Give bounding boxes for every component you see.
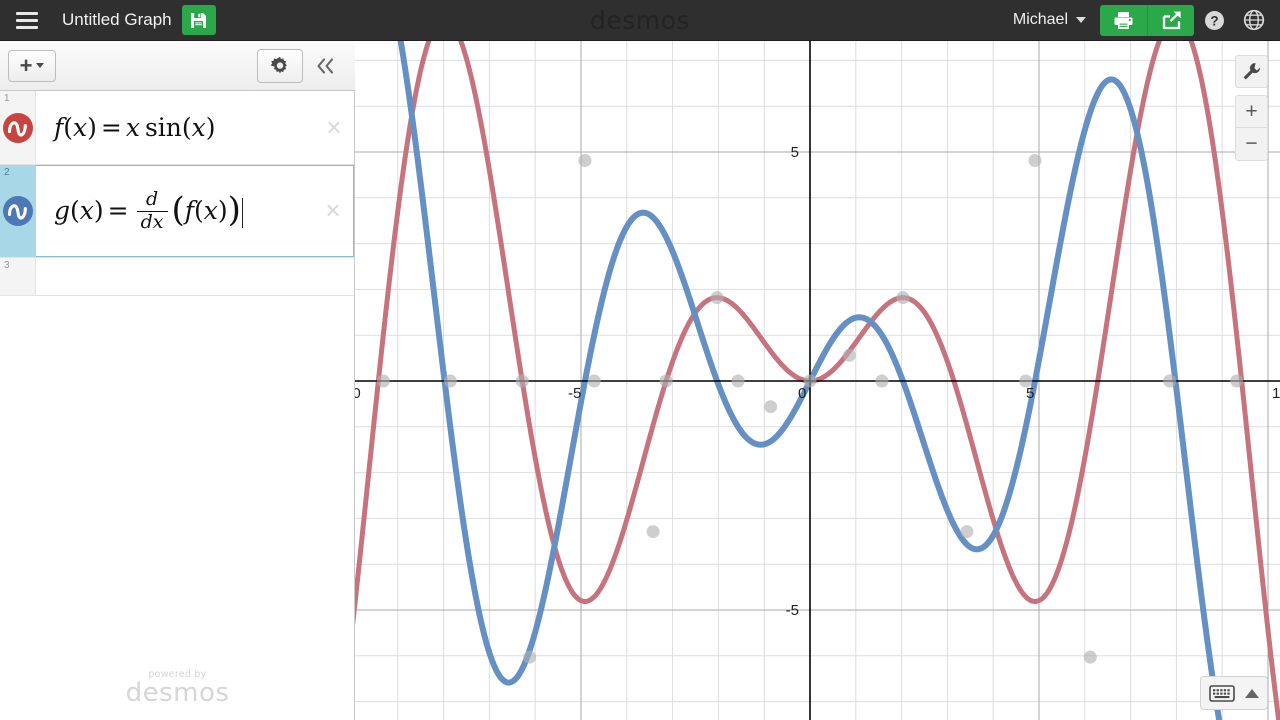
x-tick-label: 0 (798, 385, 806, 402)
expression-color-dot-1[interactable] (2, 112, 33, 143)
graph-point[interactable] (710, 291, 724, 305)
chevron-down-icon (36, 63, 45, 68)
graph-point[interactable] (842, 348, 856, 362)
expression-latex-1: f(x) = x sin(x) (54, 113, 216, 142)
graph-point[interactable] (515, 374, 529, 388)
x-tick-label: 10 (1272, 385, 1280, 402)
double-chevron-left-icon (317, 57, 334, 74)
gear-icon (270, 56, 287, 74)
chevron-down-icon (1076, 17, 1086, 23)
delete-expression-2[interactable]: × (322, 197, 344, 223)
graph-point[interactable] (1028, 154, 1042, 168)
graph-settings-button[interactable] (257, 48, 303, 83)
graph-point[interactable] (587, 374, 601, 388)
graph-point[interactable] (960, 525, 974, 539)
add-expression-button[interactable]: + (8, 49, 56, 82)
globe-icon (1243, 9, 1265, 31)
user-menu[interactable]: Michael (999, 11, 1100, 29)
text-cursor (241, 197, 244, 228)
help-button[interactable]: ? (1194, 10, 1234, 31)
graph-point[interactable] (659, 374, 673, 388)
graph-settings-wrench-button[interactable] (1235, 55, 1268, 88)
zoom-button-stack: + − (1235, 95, 1268, 161)
graph-point[interactable] (646, 525, 660, 539)
sine-wave-icon (7, 204, 27, 220)
graph-point[interactable] (875, 374, 889, 388)
zoom-out-button[interactable]: − (1235, 128, 1268, 161)
graph-point[interactable] (731, 374, 745, 388)
share-button[interactable] (1147, 4, 1194, 36)
derivative-fraction: d dx (136, 189, 168, 233)
y-tick-label: -5 (786, 602, 799, 619)
expression-toolbar: + (0, 41, 355, 91)
question-mark-icon: ? (1204, 10, 1224, 30)
graph-point[interactable] (1230, 374, 1244, 388)
graph-point[interactable] (376, 374, 390, 388)
hamburger-bar (16, 11, 38, 15)
add-expression-label: + (19, 52, 33, 78)
keyboard-icon (1209, 684, 1235, 702)
graph-point[interactable] (896, 291, 910, 305)
expression-index-cell: 3 (0, 258, 36, 295)
desmos-watermark-label: desmos (125, 678, 230, 708)
expression-math-1[interactable]: f(x) = x sin(x) × (36, 91, 354, 164)
user-name-label: Michael (1012, 11, 1068, 28)
graph-point[interactable] (764, 400, 778, 414)
graph-point[interactable] (1163, 374, 1177, 388)
expression-list: 1 f(x) = x sin(x) × 2 g(x) = d dx (f(x))… (0, 91, 354, 296)
green-button-group (1100, 4, 1194, 36)
graph-point[interactable] (443, 374, 457, 388)
app-header: Untitled Graph desmos Michael ? (0, 0, 1280, 41)
collapse-sidebar-button[interactable] (303, 49, 347, 83)
svg-text:?: ? (1210, 13, 1218, 28)
language-button[interactable] (1234, 9, 1274, 31)
graph-title[interactable]: Untitled Graph (54, 10, 182, 30)
sine-wave-icon (7, 120, 27, 137)
expression-number: 1 (4, 93, 10, 104)
graph-point[interactable] (1083, 650, 1097, 664)
x-tick-label: -5 (568, 385, 581, 402)
powered-by-label: powered by (148, 669, 207, 680)
expression-number: 3 (4, 260, 10, 271)
triangle-up-icon (1245, 688, 1259, 698)
expression-index-cell: 1 (0, 91, 36, 164)
expression-math-3[interactable] (36, 258, 354, 295)
expression-sidebar: + 1 f(x) = x sin(x) × 2 g(x) = d dx (f(x… (0, 41, 355, 720)
expression-latex-2: g(x) = d dx (f(x)) (54, 188, 244, 234)
x-tick-label: 5 (1026, 385, 1034, 402)
hamburger-icon[interactable] (0, 0, 54, 41)
graph-point[interactable] (578, 154, 592, 168)
share-icon (1162, 10, 1181, 30)
powered-by-watermark: powered by desmos (0, 669, 355, 706)
graph-point[interactable] (523, 650, 537, 664)
header-right-cluster: Michael ? (999, 0, 1280, 41)
expression-row-2[interactable]: 2 g(x) = d dx (f(x)) × (0, 165, 354, 258)
floppy-disk-icon (191, 12, 207, 28)
delete-expression-1[interactable]: × (323, 114, 345, 140)
zoom-in-button[interactable]: + (1235, 95, 1268, 128)
save-button[interactable] (181, 5, 216, 35)
graph-controls: + − (1235, 55, 1268, 161)
expression-row-1[interactable]: 1 f(x) = x sin(x) × (0, 91, 354, 165)
y-tick-label: 5 (791, 144, 799, 161)
hamburger-bar (16, 25, 38, 29)
expression-index-cell: 2 (0, 165, 36, 257)
expression-row-3[interactable]: 3 (0, 258, 354, 296)
print-button[interactable] (1100, 5, 1147, 36)
wrench-icon (1243, 63, 1260, 80)
expression-color-dot-2[interactable] (2, 196, 33, 226)
expression-math-2[interactable]: g(x) = d dx (f(x)) × (36, 165, 354, 257)
expression-number: 2 (4, 167, 10, 178)
graph-plot[interactable]: -10 -5 0 5 10 5 -5 (355, 41, 1280, 720)
hamburger-bar (16, 18, 38, 22)
keyboard-toggle-button[interactable] (1200, 676, 1268, 710)
graph-canvas[interactable]: -10 -5 0 5 10 5 -5 + − (355, 41, 1280, 720)
x-tick-label: -10 (355, 385, 361, 402)
print-icon (1114, 11, 1133, 29)
